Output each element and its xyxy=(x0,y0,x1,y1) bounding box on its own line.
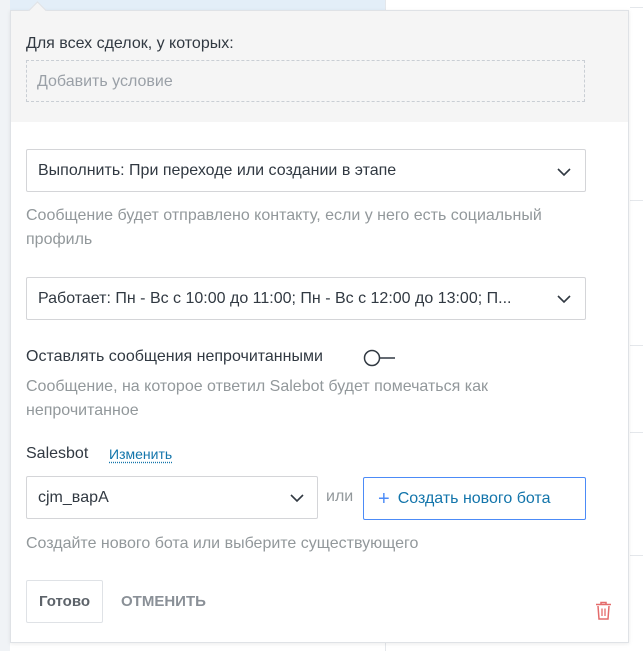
create-bot-label: Создать нового бота xyxy=(397,489,551,507)
background-row-line xyxy=(630,7,643,8)
conditions-label: Для всех сделок, у которых: xyxy=(26,35,234,52)
schedule-select-value: Работает: Пн - Вс с 10:00 до 11:00; Пн -… xyxy=(38,290,512,307)
background-sidebar xyxy=(0,0,10,651)
execute-select-value: Выполнить: При переходе или создании в э… xyxy=(38,162,397,179)
trash-icon[interactable] xyxy=(595,601,612,620)
schedule-select[interactable]: Работает: Пн - Вс с 10:00 до 11:00; Пн -… xyxy=(26,277,586,320)
plus-icon: + xyxy=(378,487,390,510)
chevron-down-icon xyxy=(290,494,304,503)
done-button[interactable]: Готово xyxy=(26,580,103,623)
background-row-line xyxy=(630,432,643,433)
background-row-line xyxy=(630,200,643,201)
add-condition-field[interactable]: Добавить условие xyxy=(26,60,585,102)
bot-select-value: cjm_вapA xyxy=(38,489,109,506)
cancel-button[interactable]: ОТМЕНИТЬ xyxy=(121,593,206,610)
conditions-section: Для всех сделок, у которых: Добавить усл… xyxy=(11,11,628,122)
change-bot-link[interactable]: Изменить xyxy=(109,446,172,462)
unread-hint: Сообщение, на которое ответил Salebot бу… xyxy=(26,378,488,419)
chevron-down-icon xyxy=(557,295,571,304)
execute-select[interactable]: Выполнить: При переходе или создании в э… xyxy=(26,149,586,192)
toggle-switch-icon[interactable] xyxy=(363,348,397,368)
salesbot-label: Salesbot xyxy=(26,445,89,462)
background-row-line xyxy=(630,345,643,346)
execute-hint: Сообщение будет отправлено контакту, есл… xyxy=(26,207,542,248)
unread-toggle-label: Оставлять сообщения непрочитанными xyxy=(26,348,323,365)
bot-select[interactable]: cjm_вapA xyxy=(26,476,318,519)
background-row-line xyxy=(630,555,643,556)
bot-hint: Создайте нового бота или выберите сущест… xyxy=(26,535,419,552)
background-highlight xyxy=(10,0,386,10)
trigger-settings-popup: Для всех сделок, у которых: Добавить усл… xyxy=(10,1,629,643)
chevron-down-icon xyxy=(557,168,571,177)
create-bot-button[interactable]: + Создать нового бота xyxy=(363,477,586,520)
or-text: или xyxy=(326,488,354,505)
